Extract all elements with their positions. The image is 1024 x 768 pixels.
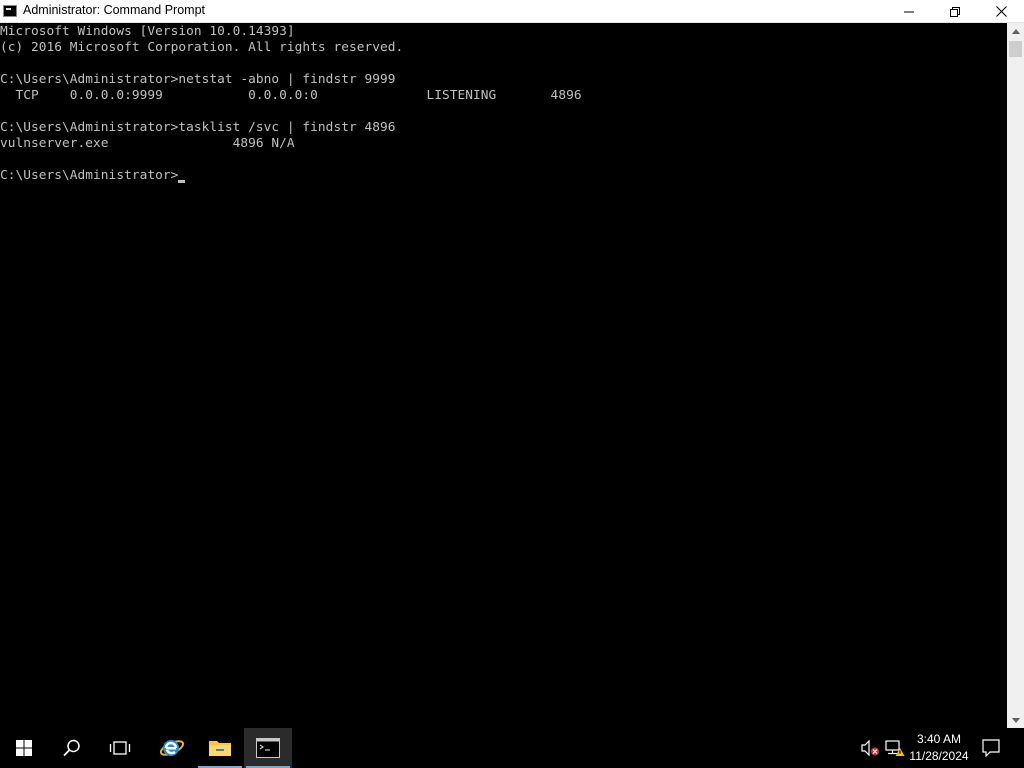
clock-time: 3:40 AM bbox=[916, 732, 962, 746]
start-button[interactable] bbox=[0, 728, 48, 768]
console-line: TCP 0.0.0.0:9999 0.0.0.0:0 LISTENING 489… bbox=[0, 88, 582, 103]
command-prompt-icon bbox=[256, 738, 280, 758]
taskbar: 3:40 AM 11/28/2024 bbox=[0, 728, 1024, 768]
scroll-down-button[interactable] bbox=[1007, 712, 1024, 729]
restore-icon bbox=[950, 6, 960, 17]
chevron-down-icon bbox=[1011, 718, 1020, 723]
folder-icon bbox=[209, 741, 231, 756]
internet-explorer-icon bbox=[159, 740, 185, 756]
search-button[interactable] bbox=[48, 728, 96, 768]
console-line: vulnserver.exe 4896 N/A bbox=[0, 136, 295, 151]
console-output[interactable]: Microsoft Windows [Version 10.0.14393] (… bbox=[0, 23, 1007, 729]
minimize-icon bbox=[904, 11, 914, 12]
vertical-scrollbar[interactable] bbox=[1007, 23, 1024, 729]
chevron-up-icon bbox=[1011, 29, 1020, 34]
window-title: Administrator: Command Prompt bbox=[23, 3, 206, 17]
console-line: Microsoft Windows [Version 10.0.14393] bbox=[0, 24, 295, 39]
windows-logo-icon bbox=[16, 740, 32, 756]
task-view-button[interactable] bbox=[96, 728, 144, 768]
command-prompt-app-icon[interactable] bbox=[3, 5, 17, 17]
clock-date: 11/28/2024 bbox=[909, 749, 969, 763]
scroll-up-button[interactable] bbox=[1007, 23, 1024, 40]
speaker-muted-icon bbox=[861, 739, 879, 757]
prompt-text: C:\Users\Administrator> bbox=[0, 168, 179, 183]
minimize-button[interactable] bbox=[886, 0, 932, 23]
close-button[interactable] bbox=[978, 0, 1024, 23]
notification-icon bbox=[982, 739, 1000, 757]
internet-explorer-button[interactable] bbox=[148, 728, 196, 768]
prompt-line[interactable]: C:\Users\Administrator> bbox=[0, 168, 186, 184]
console-line: C:\Users\Administrator>netstat -abno | f… bbox=[0, 72, 396, 87]
console-line: C:\Users\Administrator>tasklist /svc | f… bbox=[0, 120, 396, 135]
title-bar[interactable]: Administrator: Command Prompt bbox=[0, 0, 1024, 23]
task-view-icon bbox=[109, 741, 131, 755]
clock[interactable]: 3:40 AM 11/28/2024 bbox=[900, 731, 978, 765]
file-explorer-button[interactable] bbox=[196, 728, 244, 768]
console-line: (c) 2016 Microsoft Corporation. All righ… bbox=[0, 40, 404, 55]
search-icon bbox=[63, 739, 80, 757]
volume-button[interactable] bbox=[860, 738, 880, 758]
command-prompt-taskbar-button[interactable] bbox=[244, 728, 292, 768]
restore-button[interactable] bbox=[932, 0, 978, 23]
action-center-button[interactable] bbox=[980, 738, 1002, 758]
close-icon bbox=[995, 6, 1007, 17]
scroll-thumb[interactable] bbox=[1009, 41, 1022, 57]
text-cursor bbox=[178, 180, 186, 183]
